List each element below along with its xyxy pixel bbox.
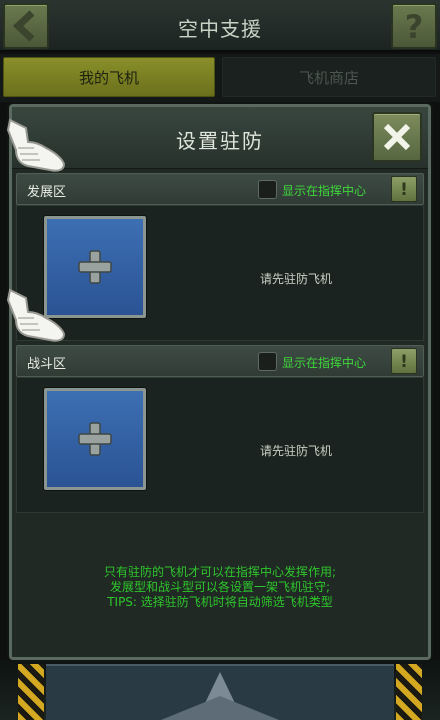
section-header-development: 发展区 显示在指挥中心 ! bbox=[16, 173, 424, 205]
hangar-pad bbox=[46, 664, 394, 720]
empty-garrison-text: 请先驻防飞机 bbox=[259, 272, 332, 286]
plus-icon bbox=[78, 250, 112, 284]
pointing-hand-icon bbox=[6, 118, 66, 172]
section-label: 发展区 bbox=[27, 185, 67, 200]
close-icon bbox=[383, 123, 411, 151]
tab-plane-shop[interactable]: 飞机商店 bbox=[222, 57, 436, 97]
section-body-development: 请先驻防飞机 bbox=[16, 205, 424, 341]
question-icon: ? bbox=[404, 8, 424, 46]
tab-bar: 我的飞机 飞机商店 bbox=[0, 54, 440, 102]
top-bar: 空中支援 ? bbox=[0, 0, 440, 52]
info-button[interactable]: ! bbox=[391, 176, 417, 202]
dialog-header: 设置驻防 bbox=[12, 107, 428, 169]
section-header-combat: 战斗区 显示在指挥中心 ! bbox=[16, 345, 424, 377]
tab-my-planes[interactable]: 我的飞机 bbox=[3, 57, 215, 97]
jet-icon bbox=[160, 672, 280, 720]
empty-garrison-text: 请先驻防飞机 bbox=[259, 444, 332, 458]
tips-text: 只有驻防的飞机才可以在指挥中心发挥作用; 发展型和战斗型可以各设置一架飞机驻守;… bbox=[12, 565, 428, 610]
info-button[interactable]: ! bbox=[391, 348, 417, 374]
dialog-title: 设置驻防 bbox=[176, 129, 264, 153]
show-in-command-center-label[interactable]: 显示在指挥中心 bbox=[282, 354, 366, 371]
show-in-command-center-checkbox[interactable] bbox=[258, 180, 277, 199]
garrison-dialog: 设置驻防 发展区 显示在指挥中心 ! 请先驻防飞机 战斗区 显示在指挥中心 ! bbox=[9, 104, 431, 660]
tip-line: TIPS: 选择驻防飞机时将自动筛选飞机类型 bbox=[107, 595, 333, 609]
plus-icon bbox=[78, 422, 112, 456]
tip-line: 只有驻防的飞机才可以在指挥中心发挥作用; bbox=[103, 565, 337, 579]
hazard-stripe-right bbox=[396, 664, 422, 720]
close-button[interactable] bbox=[372, 112, 422, 162]
help-button[interactable]: ? bbox=[391, 3, 437, 49]
section-body-combat: 请先驻防飞机 bbox=[16, 377, 424, 513]
hazard-stripe-left bbox=[18, 664, 44, 720]
page-title: 空中支援 bbox=[178, 17, 262, 41]
section-label: 战斗区 bbox=[27, 357, 67, 372]
tip-line: 发展型和战斗型可以各设置一架飞机驻守; bbox=[109, 580, 331, 594]
show-in-command-center-label[interactable]: 显示在指挥中心 bbox=[282, 182, 366, 199]
add-plane-slot[interactable] bbox=[44, 388, 146, 490]
show-in-command-center-checkbox[interactable] bbox=[258, 352, 277, 371]
pointing-hand-icon bbox=[6, 288, 66, 342]
